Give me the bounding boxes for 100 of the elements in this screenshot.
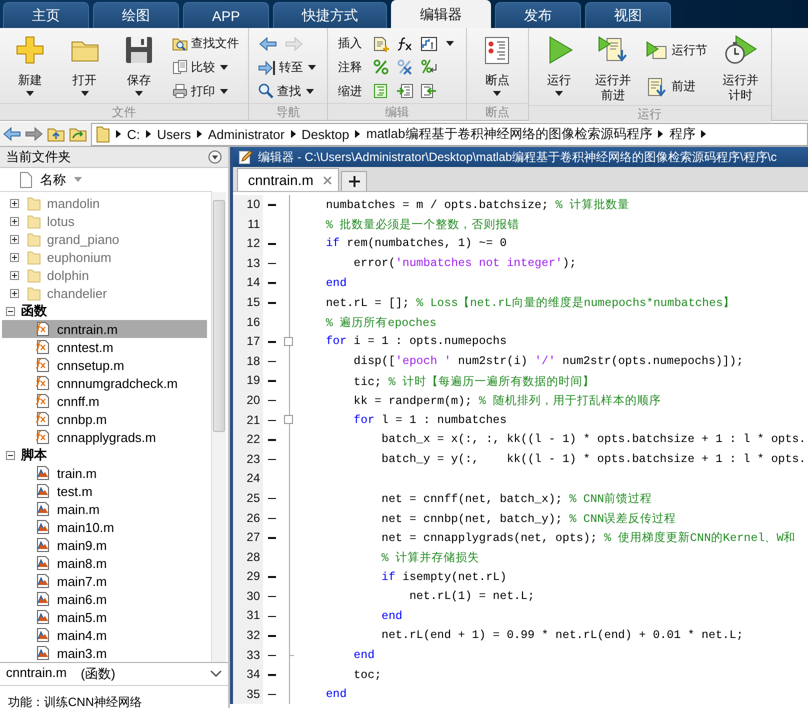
file-row[interactable]: cnntest.m <box>2 338 207 356</box>
outdent-icon[interactable] <box>420 83 438 100</box>
chevron-down-icon[interactable] <box>210 670 222 678</box>
run-button[interactable]: 运行 <box>532 32 585 105</box>
path-segment[interactable]: 程序 <box>669 125 696 143</box>
breakpoint-marker[interactable] <box>268 341 276 343</box>
run-advance-button[interactable]: 运行并前进 <box>586 32 640 105</box>
percent-icon[interactable] <box>372 59 390 76</box>
file-row[interactable]: cnnnumgradcheck.m <box>2 374 207 392</box>
path-segment[interactable]: Users <box>157 126 191 142</box>
breakpoint-marker[interactable] <box>268 654 276 656</box>
wrap-comment-icon[interactable] <box>420 59 438 76</box>
find-button[interactable]: 查找 <box>255 80 322 102</box>
expand-icon[interactable] <box>10 234 19 244</box>
compare-button[interactable]: 比较 <box>169 56 242 78</box>
print-button[interactable]: 打印 <box>169 80 242 102</box>
breakpoint-marker[interactable] <box>268 439 276 441</box>
breakpoint-marker[interactable] <box>268 243 276 245</box>
collapse-icon[interactable] <box>6 450 15 460</box>
section-row[interactable]: 函数 <box>2 302 207 320</box>
file-row[interactable]: main9.m <box>2 536 207 554</box>
file-row[interactable]: main.m <box>2 500 207 518</box>
collapse-icon[interactable] <box>6 306 15 316</box>
chart-window-icon[interactable] <box>420 36 438 52</box>
function-icon[interactable] <box>396 36 414 52</box>
go-to-button[interactable]: 转至 <box>255 56 322 79</box>
breakpoint-marker[interactable] <box>268 380 276 382</box>
file-row[interactable]: test.m <box>2 482 207 500</box>
uncomment-icon[interactable] <box>396 59 414 76</box>
breakpoint-marker[interactable] <box>268 204 276 206</box>
file-tab[interactable]: cnntrain.m <box>237 168 340 191</box>
breakpoint-marker[interactable] <box>268 596 276 598</box>
path-segment[interactable]: matlab编程基于卷积神经网络的图像检索源码程序 <box>366 125 652 143</box>
toolstrip-tab[interactable]: APP <box>183 2 270 28</box>
path-segment[interactable]: Desktop <box>302 126 350 142</box>
left-arrow-icon[interactable] <box>3 126 21 142</box>
close-icon[interactable] <box>323 176 332 184</box>
file-row[interactable]: cnnapplygrads.m <box>2 428 207 446</box>
new-button[interactable]: 新建 <box>4 32 56 103</box>
new-tab-button[interactable] <box>341 171 368 191</box>
file-row[interactable]: cnnff.m <box>2 392 207 410</box>
advance-button[interactable]: 前进 <box>643 76 710 98</box>
right-arrow-icon[interactable] <box>25 126 43 142</box>
document-plus-icon[interactable] <box>372 36 390 52</box>
file-row[interactable]: cnnbp.m <box>2 410 207 428</box>
run-section-button[interactable]: 运行节 <box>643 39 710 62</box>
expand-icon[interactable] <box>10 198 19 208</box>
breakpoint-marker[interactable] <box>268 262 276 264</box>
breakpoint-marker[interactable] <box>268 400 276 402</box>
expand-icon[interactable] <box>10 270 19 280</box>
open-button[interactable]: 打开 <box>58 32 111 103</box>
file-row[interactable]: main3.m <box>2 644 207 662</box>
breakpoint-marker[interactable] <box>268 360 276 362</box>
file-row[interactable]: chandelier <box>2 284 207 302</box>
address-bar[interactable]: C: Users Administrator Desktop matlab编程基于卷积神经网络的图像检索源码程序 程序 <box>91 122 808 146</box>
folder-browse-icon[interactable] <box>69 126 87 142</box>
toolstrip-tab[interactable]: 绘图 <box>93 2 179 28</box>
expand-icon[interactable] <box>10 216 19 226</box>
file-row[interactable]: mandolin <box>2 194 207 212</box>
path-segment[interactable]: Administrator <box>208 126 285 142</box>
folder-up-icon[interactable] <box>47 126 65 142</box>
breakpoint-marker[interactable] <box>268 458 276 460</box>
toolstrip-tab[interactable]: 主页 <box>3 2 89 28</box>
file-row[interactable]: main4.m <box>2 626 207 644</box>
breakpoint-marker[interactable] <box>268 635 276 637</box>
file-row[interactable]: main7.m <box>2 572 207 590</box>
breakpoint-marker[interactable] <box>268 616 276 618</box>
file-row[interactable]: dolphin <box>2 266 207 284</box>
breakpoint-marker[interactable] <box>268 694 276 696</box>
toolstrip-tab[interactable]: 快捷方式 <box>273 2 388 28</box>
toolstrip-tab[interactable]: 视图 <box>585 2 672 28</box>
expand-icon[interactable] <box>10 288 19 298</box>
fold-toggle[interactable] <box>284 336 293 346</box>
file-row[interactable]: cnntrain.m <box>2 320 207 338</box>
indent-icon[interactable] <box>396 83 414 100</box>
breakpoint-marker[interactable] <box>268 576 276 578</box>
breakpoint-marker[interactable] <box>268 537 276 539</box>
toolstrip-tab[interactable]: 发布 <box>495 2 582 28</box>
breakpoint-marker[interactable] <box>268 302 276 304</box>
toolstrip-tab[interactable]: 编辑器 <box>391 0 492 28</box>
breakpoint-marker[interactable] <box>268 518 276 520</box>
caret-icon[interactable] <box>446 41 454 46</box>
expand-icon[interactable] <box>10 252 19 262</box>
file-row[interactable]: main6.m <box>2 590 207 608</box>
save-button[interactable]: 保存 <box>112 32 166 103</box>
file-row[interactable]: train.m <box>2 464 207 482</box>
breakpoints-button[interactable]: 断点 <box>471 32 524 103</box>
left-arrow-icon[interactable] <box>259 36 278 52</box>
find-files-button[interactable]: 查找文件 <box>169 32 242 55</box>
file-row[interactable]: main8.m <box>2 554 207 572</box>
breakpoint-marker[interactable] <box>268 282 276 284</box>
dropdown-icon[interactable] <box>208 150 222 164</box>
breakpoint-marker[interactable] <box>268 420 276 422</box>
path-segment[interactable]: C: <box>127 126 140 142</box>
breakpoint-marker[interactable] <box>268 498 276 500</box>
scrollbar[interactable] <box>211 192 226 662</box>
run-and-time-button[interactable]: 运行并计时 <box>714 32 767 105</box>
file-row[interactable]: lotus <box>2 212 207 230</box>
file-row[interactable]: euphonium <box>2 248 207 266</box>
file-row[interactable]: grand_piano <box>2 230 207 248</box>
